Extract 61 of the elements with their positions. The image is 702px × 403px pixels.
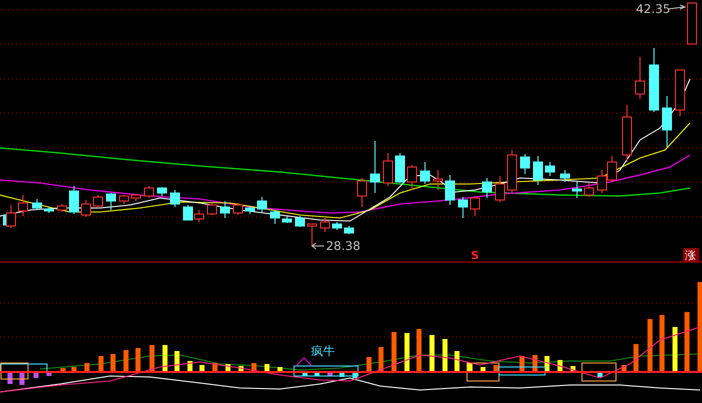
candlestick: [433, 170, 443, 190]
candlestick: [18, 194, 28, 216]
candlestick: [307, 224, 317, 246]
candlestick: [495, 176, 505, 202]
candlestick: [32, 198, 42, 210]
rise-badge: 涨: [683, 248, 699, 262]
candlestick: [649, 48, 659, 112]
candlestick: [44, 206, 54, 214]
candlestick: [106, 192, 116, 210]
candlestick: [233, 202, 243, 216]
candlestick: [635, 56, 645, 100]
high-price-label: 42.35: [636, 2, 670, 16]
candlestick: [320, 218, 330, 232]
candlestick: [207, 202, 217, 216]
candlestick: [675, 70, 685, 116]
candlestick: [560, 170, 570, 182]
candlestick: [584, 182, 594, 198]
candlestick: [69, 186, 79, 214]
arrow-icon: [668, 4, 686, 10]
signal-mark: S: [471, 249, 479, 262]
candlestick: [545, 162, 555, 176]
indicator-label: 疯牛: [311, 344, 335, 358]
candlestick: [245, 206, 255, 214]
candlestick: [420, 162, 430, 184]
candlestick: [295, 216, 305, 228]
candlestick: [458, 196, 468, 218]
candlestick: [344, 226, 354, 234]
candlestick: [470, 196, 480, 216]
candlestick: [131, 194, 141, 202]
candlestick: [407, 164, 417, 190]
candlestick: [93, 194, 103, 208]
candlestick: [157, 186, 167, 196]
candlestick: [507, 150, 517, 194]
candlestick: [622, 104, 632, 162]
candlestick: [170, 190, 180, 208]
candlestick: [687, 2, 697, 44]
candlestick: [282, 216, 292, 224]
candlestick: [220, 200, 230, 218]
candlestick: [270, 210, 280, 224]
candlestick: [144, 186, 154, 198]
candlestick: [383, 152, 393, 186]
candlestick: [395, 152, 405, 184]
candlestick: [357, 178, 367, 208]
candlestick: [597, 170, 607, 194]
candlestick: [662, 96, 672, 148]
arrow-icon: [311, 242, 324, 250]
candlestick: [57, 204, 67, 212]
candlestick: [257, 196, 267, 214]
candlestick: [572, 182, 582, 198]
candlestick: [81, 200, 91, 218]
low-price-label: 28.38: [326, 239, 360, 253]
candlestick: [533, 156, 543, 186]
candlestick: [194, 210, 204, 222]
candlestick: [183, 204, 193, 220]
candlestick: [482, 178, 492, 198]
candlestick: [520, 154, 530, 174]
candlestick: [445, 174, 455, 206]
candlestick: [370, 140, 380, 194]
candlestick: [119, 194, 129, 204]
candlestick: [332, 222, 342, 230]
candlestick: [607, 156, 617, 182]
